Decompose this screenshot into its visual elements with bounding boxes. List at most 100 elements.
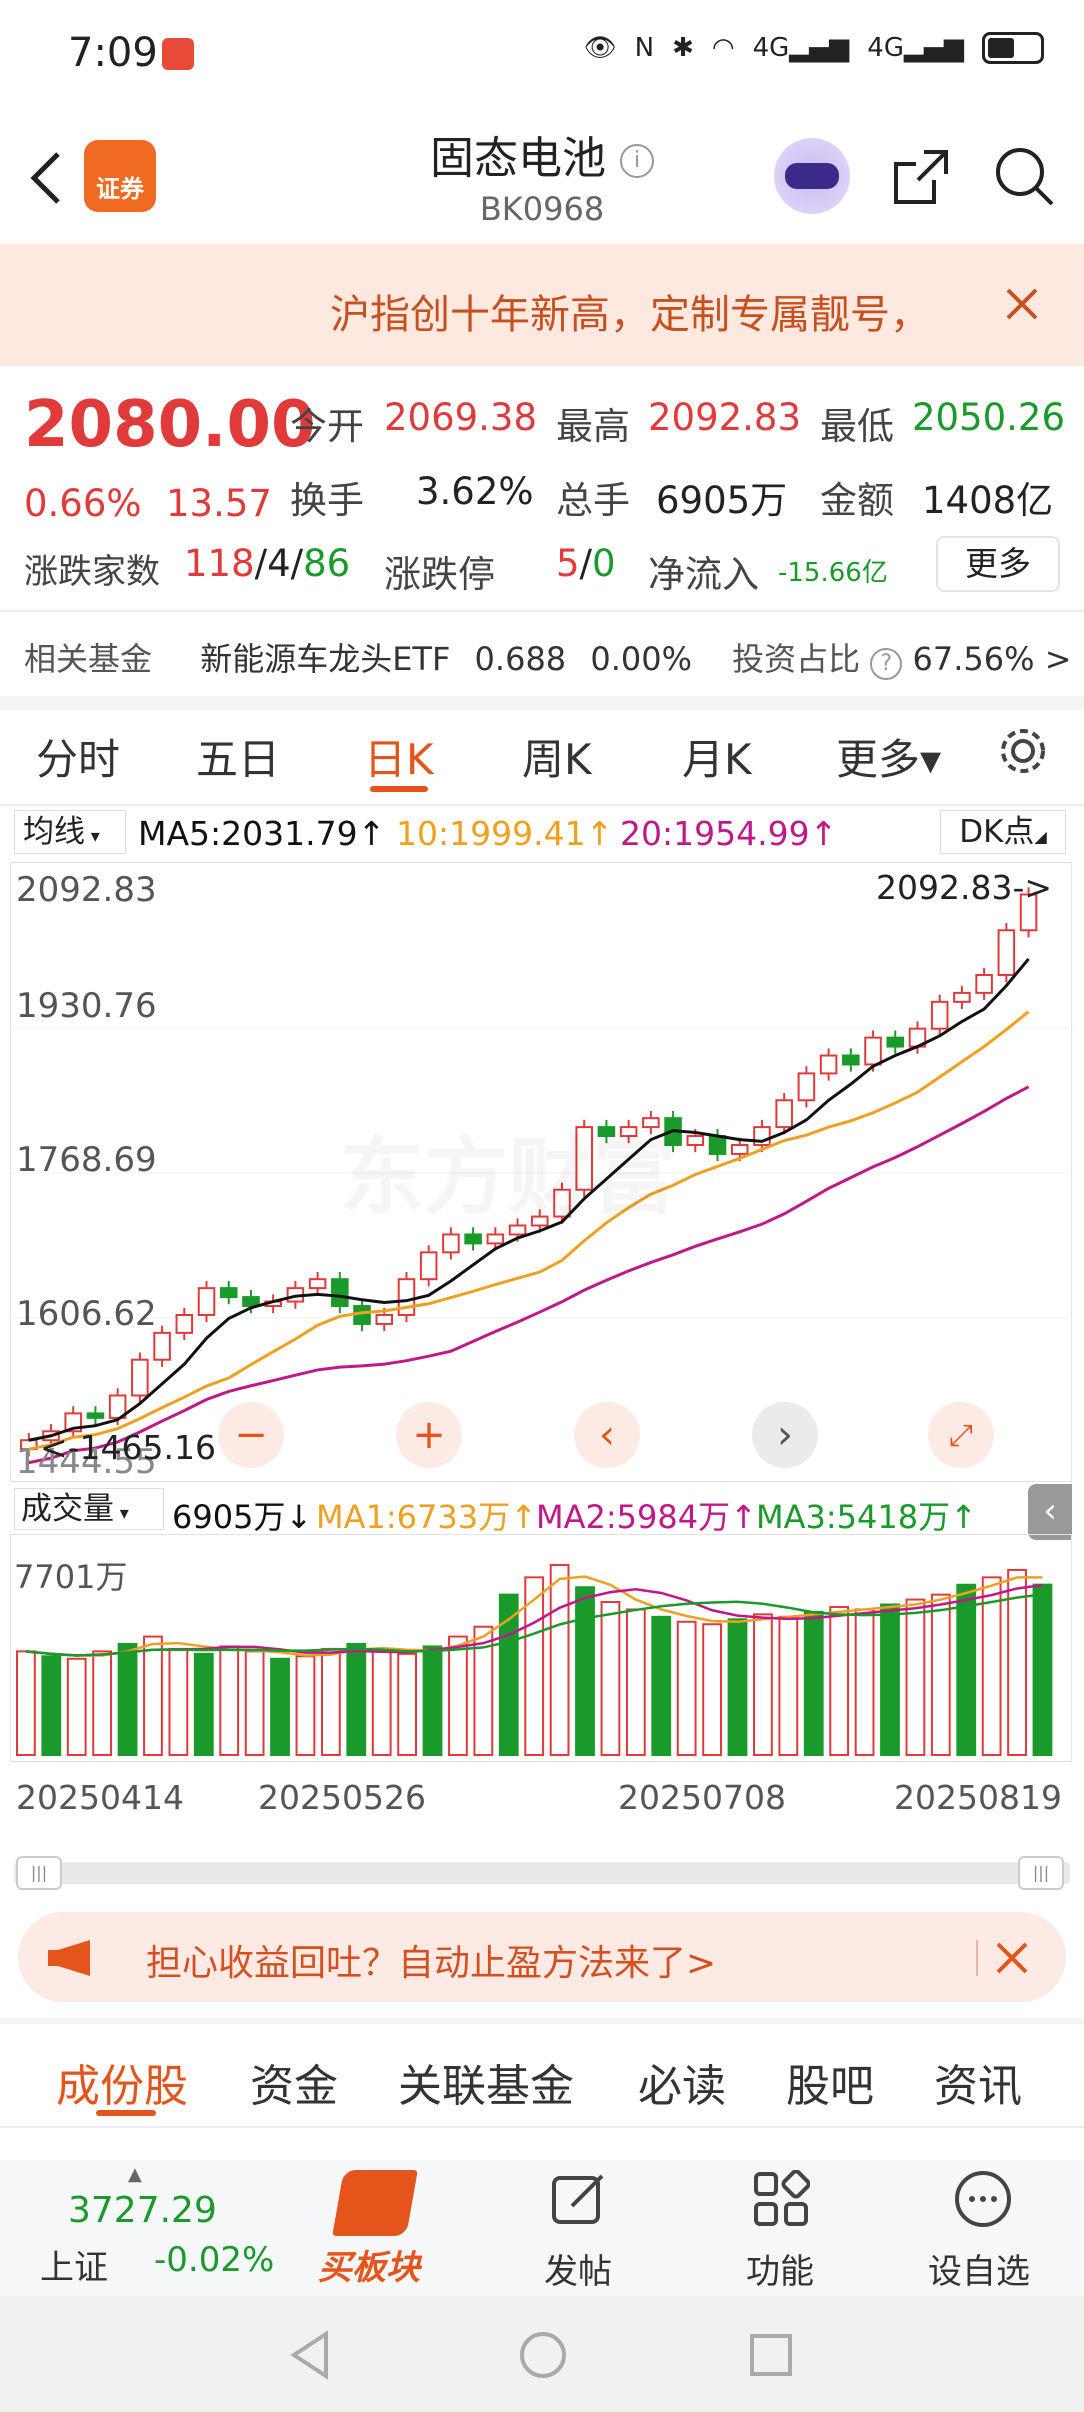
index-pct[interactable]: -0.02%	[154, 2240, 274, 2280]
volume-bar	[575, 1586, 595, 1756]
candle	[886, 1036, 905, 1048]
ma-selector[interactable]: 均线 ▾	[14, 810, 126, 854]
section-gap	[0, 696, 1084, 710]
y-tick-2: 1930.76	[16, 986, 157, 1026]
volume-bar	[854, 1608, 875, 1756]
zoom-in-button[interactable]: +	[396, 1402, 462, 1468]
volume-bar	[702, 1623, 722, 1756]
open-label: 今开	[290, 405, 364, 448]
volume-bar	[803, 1610, 824, 1756]
close-icon[interactable]	[1004, 286, 1040, 326]
candle	[486, 1233, 505, 1245]
fullscreen-button[interactable]: ⤢	[928, 1402, 994, 1468]
volume-bar	[270, 1657, 290, 1756]
scroll-right-button[interactable]: ›	[752, 1402, 818, 1468]
volume-bar	[880, 1603, 900, 1757]
tab-weekly-k[interactable]: 周K	[522, 726, 592, 787]
index-value[interactable]: 3727.29	[68, 2190, 217, 2231]
settings-gear-icon[interactable]	[996, 724, 1050, 782]
buy-board-icon[interactable]	[332, 2170, 418, 2236]
range-handle-right[interactable]: |||	[1018, 1856, 1064, 1890]
date-2: 20250526	[258, 1778, 426, 1817]
battery-icon	[982, 32, 1044, 64]
change-value: 13.57	[166, 482, 272, 525]
volume-bar	[219, 1645, 240, 1756]
tab-funds-flow[interactable]: 资金	[250, 2050, 338, 2114]
index-name[interactable]: 上证	[40, 2240, 108, 2289]
signal-icon-1: 4G▂▄▆	[752, 33, 850, 63]
volume-bar	[956, 1583, 977, 1756]
promo-close-icon[interactable]	[994, 1940, 1030, 1980]
volume-bar	[448, 1635, 468, 1756]
volume-label: 总手	[556, 479, 630, 522]
post-icon[interactable]	[548, 2168, 610, 2234]
help-icon[interactable]: ?	[870, 648, 903, 680]
collapse-panel-button[interactable]: ‹	[1028, 1484, 1072, 1540]
buy-board-label[interactable]: 买板块	[318, 2240, 420, 2289]
range-handle-left[interactable]: |||	[16, 1856, 62, 1890]
ma10-value: 10:1999.41↑	[396, 814, 614, 853]
more-button[interactable]: 更多	[936, 536, 1060, 592]
nav-recents-icon[interactable]	[748, 2332, 794, 2382]
turnover-label: 换手	[290, 479, 364, 522]
tab-timeshare[interactable]: 分时	[36, 726, 120, 787]
status-bar: 7:09 👁 N ✱ ◠ 4G▂▄▆ 4G▂▄▆	[0, 0, 1084, 110]
info-icon[interactable]: i	[620, 144, 654, 178]
banner-text[interactable]: 沪指创十年新高，定制专属靓号，	[330, 282, 930, 340]
volume-bar	[600, 1601, 621, 1756]
candle	[975, 973, 993, 994]
scroll-left-button[interactable]: ‹	[574, 1402, 640, 1468]
nav-back-icon[interactable]	[288, 2330, 332, 2384]
tab-monthly-k[interactable]: 月K	[682, 726, 752, 787]
volume-bar	[117, 1642, 138, 1756]
function-label[interactable]: 功能	[746, 2244, 814, 2293]
volume-bar	[295, 1655, 316, 1756]
tab-constituents[interactable]: 成份股	[56, 2050, 188, 2114]
limit-label: 涨跌停	[384, 553, 495, 596]
range-slider-track[interactable]	[14, 1862, 1070, 1884]
amount-label: 金额	[820, 479, 894, 522]
candle	[197, 1287, 216, 1316]
search-icon[interactable]	[992, 144, 1056, 212]
megaphone-icon	[46, 1938, 96, 1982]
related-fund-row[interactable]: 相关基金 新能源车龙头ETF 0.688 0.00% 投资占比 ? 67.56%…	[24, 634, 1072, 680]
vol-ma3: MA3:5418万↑	[756, 1498, 977, 1536]
candle	[686, 1135, 705, 1146]
add-watchlist-icon[interactable]	[952, 2168, 1014, 2234]
volume-bar	[143, 1635, 163, 1756]
volume-bar	[371, 1650, 392, 1756]
tab-more[interactable]: 更多▾	[836, 726, 941, 787]
volume-bar	[1032, 1583, 1053, 1756]
netflow-label: 净流入	[648, 553, 759, 596]
add-watchlist-label[interactable]: 设自选	[928, 2244, 1030, 2293]
tab-five-day[interactable]: 五日	[196, 726, 280, 787]
section-gap	[0, 2018, 1084, 2024]
volume-bar	[346, 1642, 367, 1756]
tab-daily-k[interactable]: 日K	[364, 726, 434, 787]
share-icon[interactable]	[890, 146, 952, 212]
eye-icon: 👁	[583, 33, 617, 63]
robot-assistant-icon[interactable]	[774, 138, 850, 214]
volume-selector[interactable]: 成交量 ▾	[14, 1488, 164, 1530]
high-marker: 2092.83->	[876, 868, 1053, 907]
zoom-out-button[interactable]: −	[218, 1402, 284, 1468]
post-label[interactable]: 发帖	[544, 2244, 612, 2293]
promo-divider	[976, 1940, 978, 1976]
candle	[442, 1233, 460, 1254]
volume-bar	[397, 1652, 418, 1756]
volume-bar	[651, 1615, 672, 1757]
volume-bar	[930, 1593, 951, 1757]
dk-point-button[interactable]: DK点◢	[940, 810, 1066, 854]
wifi-icon: ◠	[711, 33, 735, 63]
volume-chart[interactable]	[10, 1534, 1072, 1762]
tab-must-read[interactable]: 必读	[638, 2050, 726, 2114]
tab-forum[interactable]: 股吧	[786, 2050, 874, 2114]
promo-text[interactable]: 担心收益回吐？自动止盈方法来了>	[146, 1934, 716, 1986]
nav-home-icon[interactable]	[518, 2330, 568, 2384]
divider	[0, 610, 1084, 612]
tab-news[interactable]: 资讯	[934, 2050, 1022, 2114]
limit-counts: 5/0	[556, 542, 616, 585]
candle	[775, 1099, 793, 1129]
function-grid-icon[interactable]	[752, 2169, 811, 2232]
tab-related-funds[interactable]: 关联基金	[398, 2050, 574, 2114]
